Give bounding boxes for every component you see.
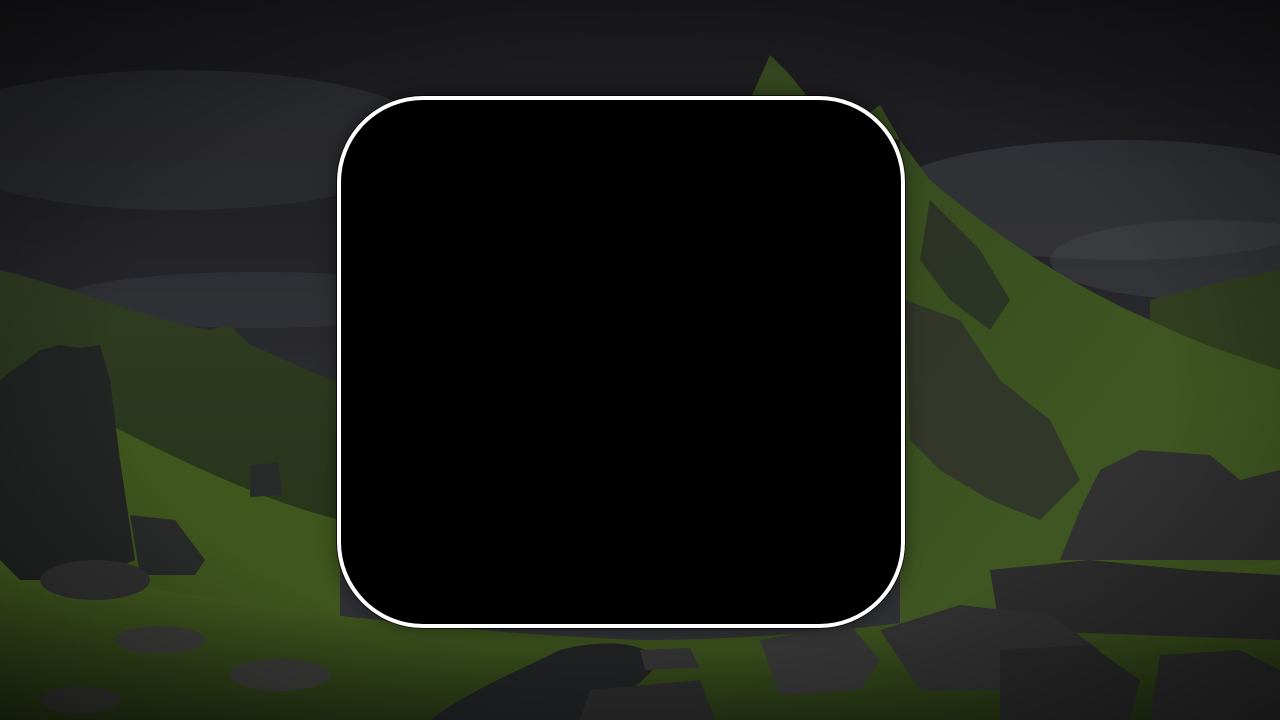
- dialog-box: [337, 96, 905, 628]
- dialog-content: [341, 100, 901, 624]
- game-scene: [0, 0, 1280, 720]
